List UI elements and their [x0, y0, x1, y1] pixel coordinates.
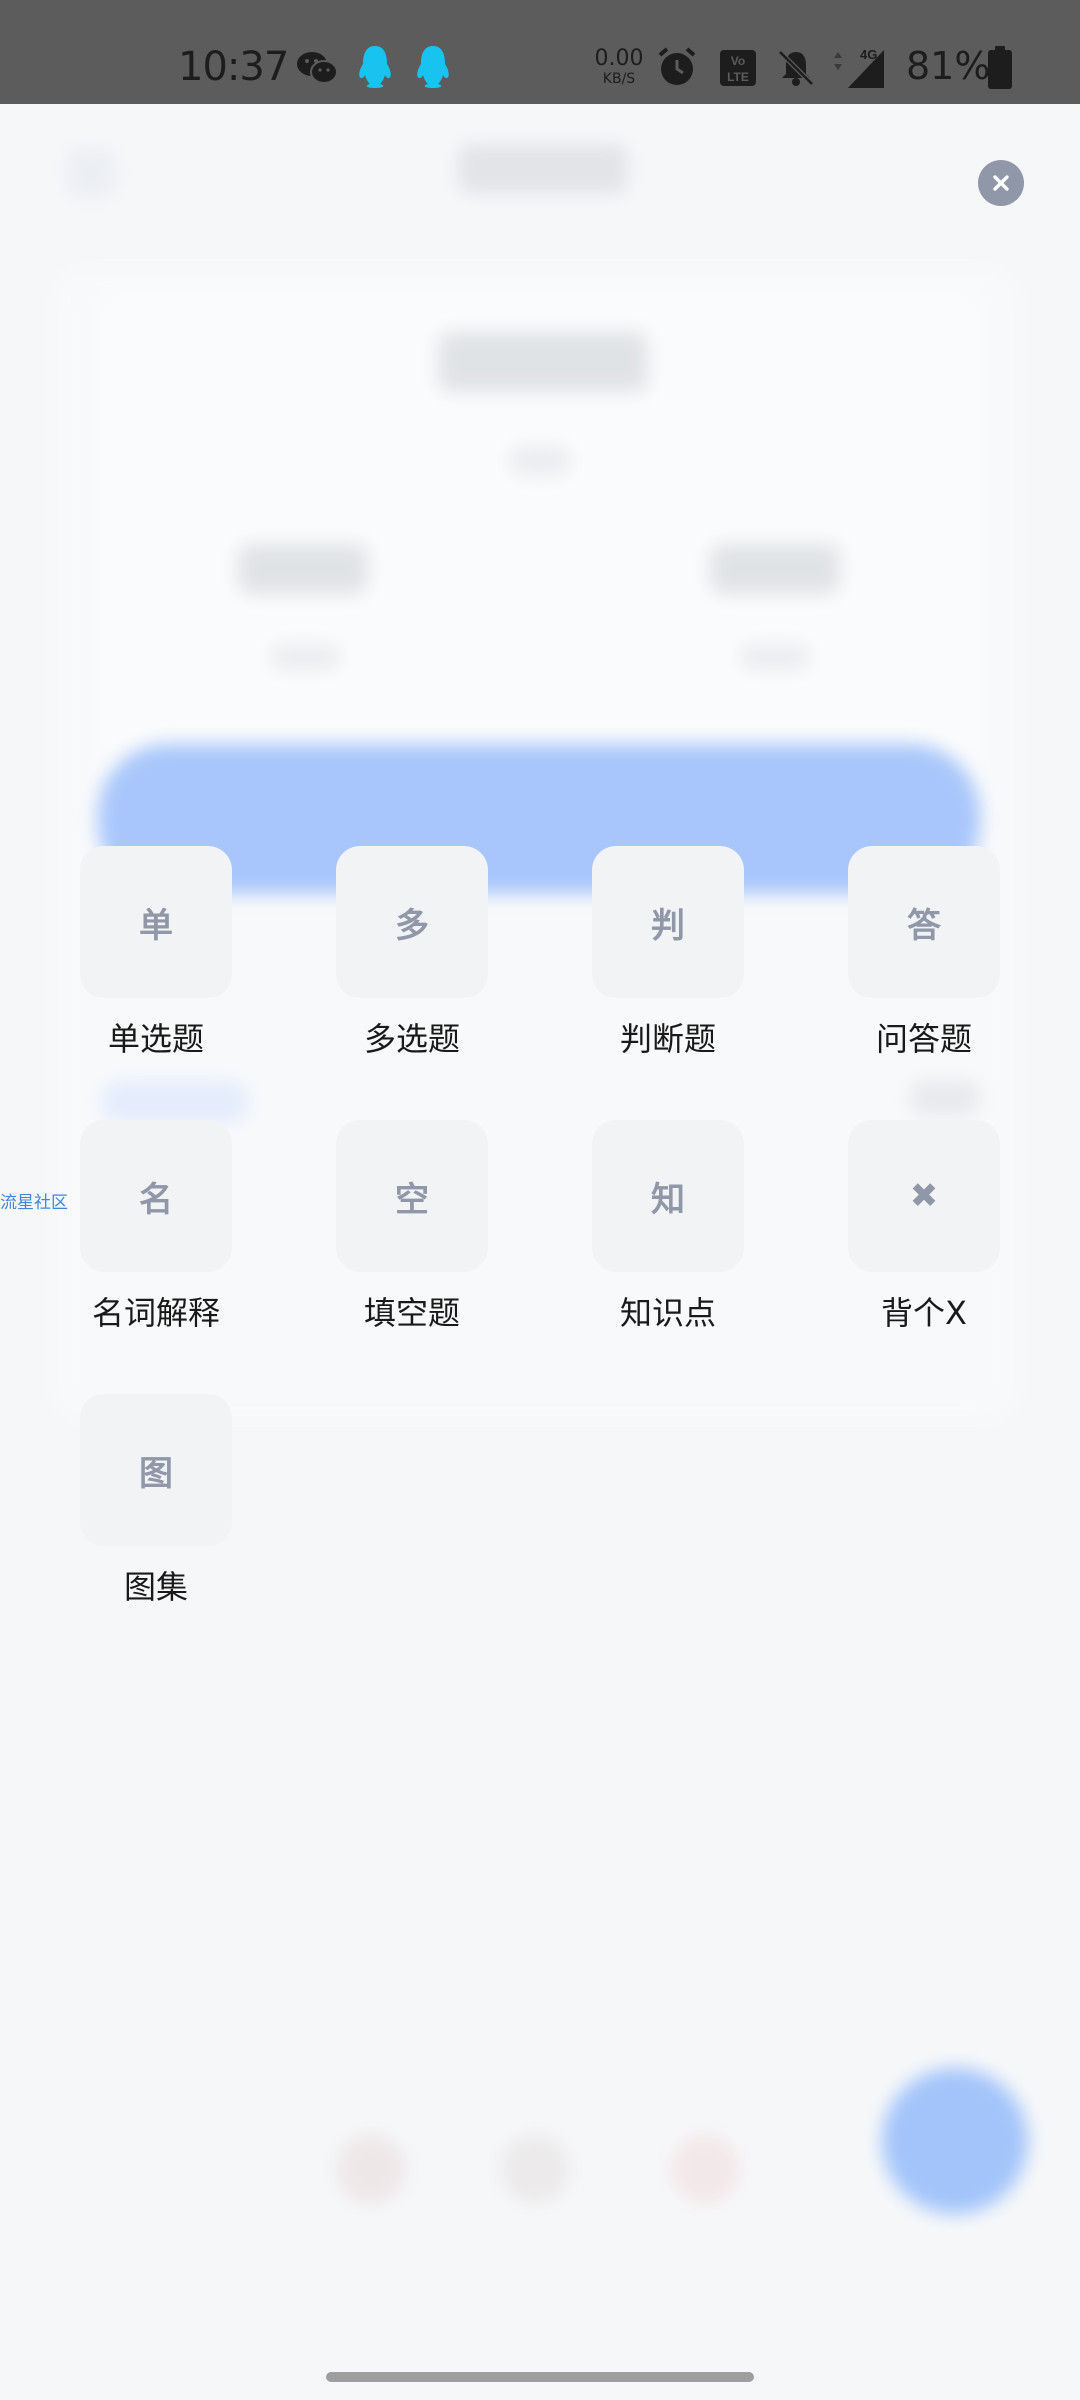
menu-item-multiple-choice[interactable]: 多 多选题 [306, 846, 506, 1066]
community-link[interactable]: 流星社区 [0, 1188, 68, 1213]
knowledge-point-icon: 知 [592, 1120, 744, 1272]
x-mark-icon: ✖ [848, 1120, 1000, 1272]
menu-item-gallery[interactable]: 图 图集 [50, 1394, 250, 1614]
menu-item-label: 判断题 [619, 1020, 716, 1058]
menu-item-label: 单选题 [107, 1020, 204, 1058]
menu-item-single-choice[interactable]: 单 单选题 [50, 846, 250, 1066]
menu-item-label: 问答题 [875, 1020, 972, 1058]
menu-item-label: 知识点 [619, 1294, 716, 1332]
menu-item-label: 背个X [881, 1294, 967, 1332]
true-false-icon: 判 [592, 846, 744, 998]
question-type-menu: 单 单选题 多 多选题 判 判断题 答 问答题 名 名词解释 空 填空题 知 知… [0, 0, 1080, 2400]
multiple-choice-icon: 多 [336, 846, 488, 998]
menu-item-label: 名词解释 [91, 1294, 220, 1332]
home-indicator[interactable] [326, 2372, 754, 2382]
menu-item-label: 图集 [123, 1568, 188, 1606]
screen: 10:37 0.00 KB/S Vo LTE 4G 81% 单 单选题 多 多选… [0, 0, 1080, 2400]
menu-item-term-definition[interactable]: 名 名词解释 [50, 1120, 250, 1340]
menu-item-memorize-x[interactable]: ✖ 背个X [818, 1120, 1018, 1340]
single-choice-icon: 单 [80, 846, 232, 998]
fill-blank-icon: 空 [336, 1120, 488, 1272]
menu-item-fill-blank[interactable]: 空 填空题 [306, 1120, 506, 1340]
menu-item-label: 多选题 [363, 1020, 460, 1058]
term-definition-icon: 名 [80, 1120, 232, 1272]
menu-item-label: 填空题 [363, 1294, 460, 1332]
menu-item-true-false[interactable]: 判 判断题 [562, 846, 762, 1066]
menu-item-qa[interactable]: 答 问答题 [818, 846, 1018, 1066]
qa-icon: 答 [848, 846, 1000, 998]
menu-item-knowledge-point[interactable]: 知 知识点 [562, 1120, 762, 1340]
gallery-icon: 图 [80, 1394, 232, 1546]
